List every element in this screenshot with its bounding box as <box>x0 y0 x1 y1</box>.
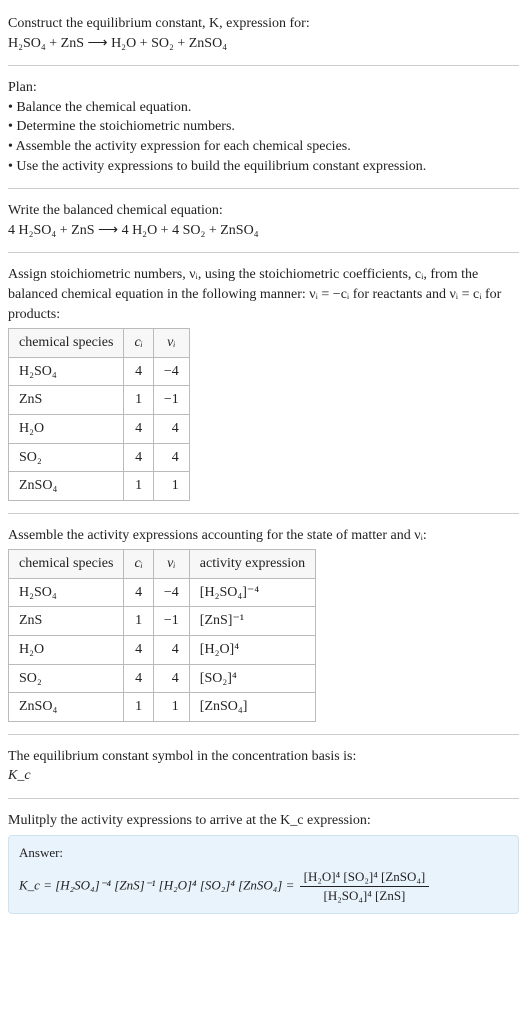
activity-table: chemical species cᵢ νᵢ activity expressi… <box>8 549 316 722</box>
problem-title: Construct the equilibrium constant, K, e… <box>8 14 519 34</box>
cell-species: H₂SO₄ <box>9 578 124 607</box>
cell-v: 4 <box>153 443 189 472</box>
cell-c: 4 <box>124 578 153 607</box>
plan-item: • Balance the chemical equation. <box>8 98 519 118</box>
table-row: SO₂ 4 4 [SO₂]⁴ <box>9 664 316 693</box>
cell-c: 4 <box>124 664 153 693</box>
cell-expr: [ZnS]⁻¹ <box>189 607 315 636</box>
cell-expr: [H₂O]⁴ <box>189 636 315 665</box>
cell-species: H₂SO₄ <box>9 357 124 386</box>
fraction-denominator: [H₂SO₄]⁴ [ZnS] <box>300 887 430 905</box>
cell-v: −4 <box>153 357 189 386</box>
cell-species: H₂O <box>9 414 124 443</box>
cell-v: 1 <box>153 472 189 501</box>
col-expr: activity expression <box>189 550 315 579</box>
cell-species: ZnS <box>9 386 124 415</box>
problem-statement: Construct the equilibrium constant, K, e… <box>8 8 519 59</box>
fraction-numerator: [H₂O]⁴ [SO₂]⁴ [ZnSO₄] <box>300 868 430 887</box>
cell-c: 4 <box>124 443 153 472</box>
cell-v: 4 <box>153 664 189 693</box>
cell-c: 4 <box>124 636 153 665</box>
table-row: ZnS 1 −1 [ZnS]⁻¹ <box>9 607 316 636</box>
table-row: H₂SO₄ 4 −4 <box>9 357 190 386</box>
cell-expr: [ZnSO₄] <box>189 693 315 722</box>
cell-species: ZnS <box>9 607 124 636</box>
cell-species: H₂O <box>9 636 124 665</box>
cell-v: −4 <box>153 578 189 607</box>
divider <box>8 252 519 253</box>
col-c: cᵢ <box>124 329 153 358</box>
col-v: νᵢ <box>153 329 189 358</box>
plan-item: • Use the activity expressions to build … <box>8 157 519 177</box>
plan-section: Plan: • Balance the chemical equation. •… <box>8 72 519 182</box>
cell-species: ZnSO₄ <box>9 693 124 722</box>
table-header-row: chemical species cᵢ νᵢ activity expressi… <box>9 550 316 579</box>
cell-c: 4 <box>124 414 153 443</box>
answer-box: Answer: K_c = [H₂SO₄]⁻⁴ [ZnS]⁻¹ [H₂O]⁴ [… <box>8 835 519 915</box>
cell-c: 1 <box>124 607 153 636</box>
table-row: ZnS 1 −1 <box>9 386 190 415</box>
col-species: chemical species <box>9 329 124 358</box>
cell-v: 4 <box>153 636 189 665</box>
multiply-heading: Mulitply the activity expressions to arr… <box>8 811 519 831</box>
divider <box>8 188 519 189</box>
divider <box>8 734 519 735</box>
cell-species: ZnSO₄ <box>9 472 124 501</box>
table-row: H₂SO₄ 4 −4 [H₂SO₄]⁻⁴ <box>9 578 316 607</box>
answer-label: Answer: <box>19 844 508 862</box>
table-row: H₂O 4 4 [H₂O]⁴ <box>9 636 316 665</box>
cell-c: 4 <box>124 357 153 386</box>
cell-v: −1 <box>153 607 189 636</box>
table-header-row: chemical species cᵢ νᵢ <box>9 329 190 358</box>
divider <box>8 513 519 514</box>
table-row: ZnSO₄ 1 1 [ZnSO₄] <box>9 693 316 722</box>
balanced-section: Write the balanced chemical equation: 4 … <box>8 195 519 246</box>
col-v: νᵢ <box>153 550 189 579</box>
answer-equation: K_c = [H₂SO₄]⁻⁴ [ZnS]⁻¹ [H₂O]⁴ [SO₂]⁴ [Z… <box>19 868 508 905</box>
cell-species: SO₂ <box>9 664 124 693</box>
kc-symbol-section: The equilibrium constant symbol in the c… <box>8 741 519 792</box>
balanced-heading: Write the balanced chemical equation: <box>8 201 519 221</box>
activity-heading: Assemble the activity expressions accoun… <box>8 526 519 546</box>
divider <box>8 65 519 66</box>
cell-v: 4 <box>153 414 189 443</box>
activity-section: Assemble the activity expressions accoun… <box>8 520 519 728</box>
answer-lhs: K_c = [H₂SO₄]⁻⁴ [ZnS]⁻¹ [H₂O]⁴ [SO₂]⁴ [Z… <box>19 877 294 892</box>
cell-expr: [SO₂]⁴ <box>189 664 315 693</box>
balanced-equation: 4 H₂SO₄ + ZnS ⟶ 4 H₂O + 4 SO₂ + ZnSO₄ <box>8 221 519 241</box>
cell-c: 1 <box>124 693 153 722</box>
answer-fraction: [H₂O]⁴ [SO₂]⁴ [ZnSO₄] [H₂SO₄]⁴ [ZnS] <box>300 868 430 905</box>
cell-c: 1 <box>124 386 153 415</box>
multiply-section: Mulitply the activity expressions to arr… <box>8 805 519 920</box>
col-species: chemical species <box>9 550 124 579</box>
kc-symbol: K_c <box>8 766 519 786</box>
plan-item: • Assemble the activity expression for e… <box>8 137 519 157</box>
kc-symbol-heading: The equilibrium constant symbol in the c… <box>8 747 519 767</box>
table-row: SO₂ 4 4 <box>9 443 190 472</box>
table-row: H₂O 4 4 <box>9 414 190 443</box>
plan-heading: Plan: <box>8 78 519 98</box>
stoich-section: Assign stoichiometric numbers, νᵢ, using… <box>8 259 519 506</box>
stoich-heading: Assign stoichiometric numbers, νᵢ, using… <box>8 265 519 324</box>
unbalanced-equation: H₂SO₄ + ZnS ⟶ H₂O + SO₂ + ZnSO₄ <box>8 34 519 54</box>
cell-species: SO₂ <box>9 443 124 472</box>
stoich-table: chemical species cᵢ νᵢ H₂SO₄ 4 −4 ZnS 1 … <box>8 328 190 501</box>
cell-expr: [H₂SO₄]⁻⁴ <box>189 578 315 607</box>
plan-item: • Determine the stoichiometric numbers. <box>8 117 519 137</box>
divider <box>8 798 519 799</box>
cell-v: −1 <box>153 386 189 415</box>
col-c: cᵢ <box>124 550 153 579</box>
table-row: ZnSO₄ 1 1 <box>9 472 190 501</box>
cell-c: 1 <box>124 472 153 501</box>
cell-v: 1 <box>153 693 189 722</box>
